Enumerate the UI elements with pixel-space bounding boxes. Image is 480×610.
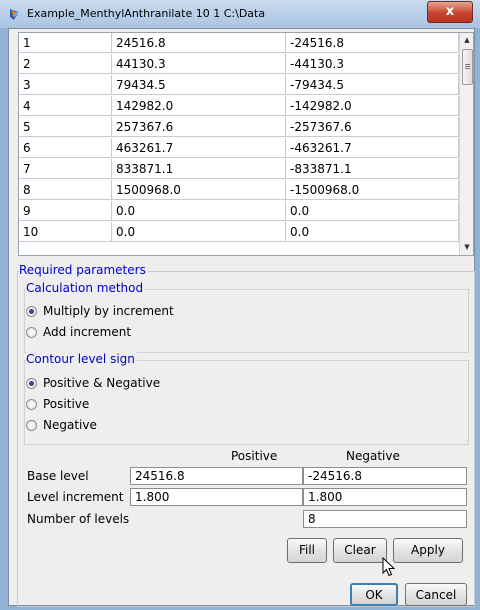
negative-label: Negative [43,418,97,432]
java-app-icon [10,9,18,20]
mouse-pointer-icon [382,557,396,577]
row-index-cell[interactable]: 8 [19,180,112,200]
negative-level-cell[interactable]: -44130.3 [286,54,459,74]
positive-and-negative-label: Positive & Negative [43,376,161,390]
row-index-cell[interactable]: 9 [19,201,112,221]
negative-level-cell[interactable]: -1500968.0 [286,180,459,200]
negative-column-header: Negative [346,449,400,463]
negative-level-cell[interactable]: -79434.5 [286,75,459,95]
base-level-label: Base level [27,469,89,483]
positive-level-cell[interactable]: 142982.0 [112,96,286,116]
positive-label: Positive [43,397,90,411]
negative-level-cell[interactable]: -463261.7 [286,138,459,158]
negative-level-cell[interactable]: -257367.6 [286,117,459,137]
positive-level-cell[interactable]: 0.0 [112,222,286,242]
dialog-content: 1 24516.8 -24516.8 2 44130.3 -44130.3 3 … [8,28,475,607]
row-index-cell[interactable]: 2 [19,54,112,74]
table-row[interactable]: 9 0.0 0.0 [19,201,459,222]
negative-level-cell[interactable]: -142982.0 [286,96,459,116]
base-level-negative-field[interactable]: -24516.8 [303,467,467,485]
required-parameters-title: Required parameters [19,263,148,277]
level-increment-label: Level increment [27,490,124,504]
scrollbar-thumb[interactable] [462,49,473,85]
title-bar[interactable]: Example_MenthylAnthranilate 10 1 C:\Data… [0,0,480,28]
base-level-positive-field[interactable]: 24516.8 [130,467,303,485]
positive-level-cell[interactable]: 44130.3 [112,54,286,74]
scroll-down-icon[interactable]: ▼ [460,240,473,254]
positive-level-cell[interactable]: 833871.1 [112,159,286,179]
table-scrollbar[interactable]: ▲ ▼ [459,33,473,255]
radio-selected-icon[interactable] [26,378,37,389]
table-row[interactable]: 1 24516.8 -24516.8 [19,33,459,54]
clear-button[interactable]: Clear [333,538,387,563]
close-icon: x [445,4,455,19]
radio-selected-icon[interactable] [26,306,37,317]
window-title: Example_MenthylAnthranilate 10 1 C:\Data [27,7,266,20]
row-index-cell[interactable]: 4 [19,96,112,116]
radio-unselected-icon[interactable] [26,399,37,410]
cancel-button[interactable]: Cancel [405,583,467,606]
positive-level-cell[interactable]: 24516.8 [112,33,286,53]
table-row[interactable]: 3 79434.5 -79434.5 [19,75,459,96]
close-button[interactable]: x [427,1,473,23]
table-row[interactable]: 7 833871.1 -833871.1 [19,159,459,180]
dialog-window: Example_MenthylAnthranilate 10 1 C:\Data… [0,0,480,610]
fill-button[interactable]: Fill [287,538,327,563]
number-of-levels-field[interactable]: 8 [303,510,467,528]
level-increment-negative-field[interactable]: 1.800 [303,488,467,506]
contour-level-sign-title: Contour level sign [26,352,137,366]
positive-level-cell[interactable]: 463261.7 [112,138,286,158]
row-index-cell[interactable]: 7 [19,159,112,179]
negative-level-cell[interactable]: -24516.8 [286,33,459,53]
positive-column-header: Positive [231,449,278,463]
row-index-cell[interactable]: 6 [19,138,112,158]
table-row[interactable]: 10 0.0 0.0 [19,222,459,243]
calculation-method-title: Calculation method [26,281,146,295]
positive-level-cell[interactable]: 1500968.0 [112,180,286,200]
table-row[interactable]: 5 257367.6 -257367.6 [19,117,459,138]
add-increment-label: Add increment [43,325,132,339]
radio-unselected-icon[interactable] [26,420,37,431]
table-row[interactable]: 2 44130.3 -44130.3 [19,54,459,75]
apply-button[interactable]: Apply [393,538,463,563]
table-row[interactable]: 8 1500968.0 -1500968.0 [19,180,459,201]
row-index-cell[interactable]: 10 [19,222,112,242]
negative-level-cell[interactable]: -833871.1 [286,159,459,179]
negative-level-cell[interactable]: 0.0 [286,222,459,242]
number-of-levels-label: Number of levels [27,512,130,526]
positive-level-cell[interactable]: 79434.5 [112,75,286,95]
calculation-method-group [24,289,469,353]
row-index-cell[interactable]: 1 [19,33,112,53]
negative-level-cell[interactable]: 0.0 [286,201,459,221]
table-row[interactable]: 6 463261.7 -463261.7 [19,138,459,159]
radio-unselected-icon[interactable] [26,327,37,338]
row-index-cell[interactable]: 3 [19,75,112,95]
contour-levels-table[interactable]: 1 24516.8 -24516.8 2 44130.3 -44130.3 3 … [18,32,474,256]
scroll-up-icon[interactable]: ▲ [460,33,473,47]
positive-level-cell[interactable]: 257367.6 [112,117,286,137]
positive-level-cell[interactable]: 0.0 [112,201,286,221]
ok-button[interactable]: OK [350,583,398,606]
row-index-cell[interactable]: 5 [19,117,112,137]
multiply-by-increment-label: Multiply by increment [43,304,174,318]
table-row[interactable]: 4 142982.0 -142982.0 [19,96,459,117]
level-increment-positive-field[interactable]: 1.800 [130,488,303,506]
